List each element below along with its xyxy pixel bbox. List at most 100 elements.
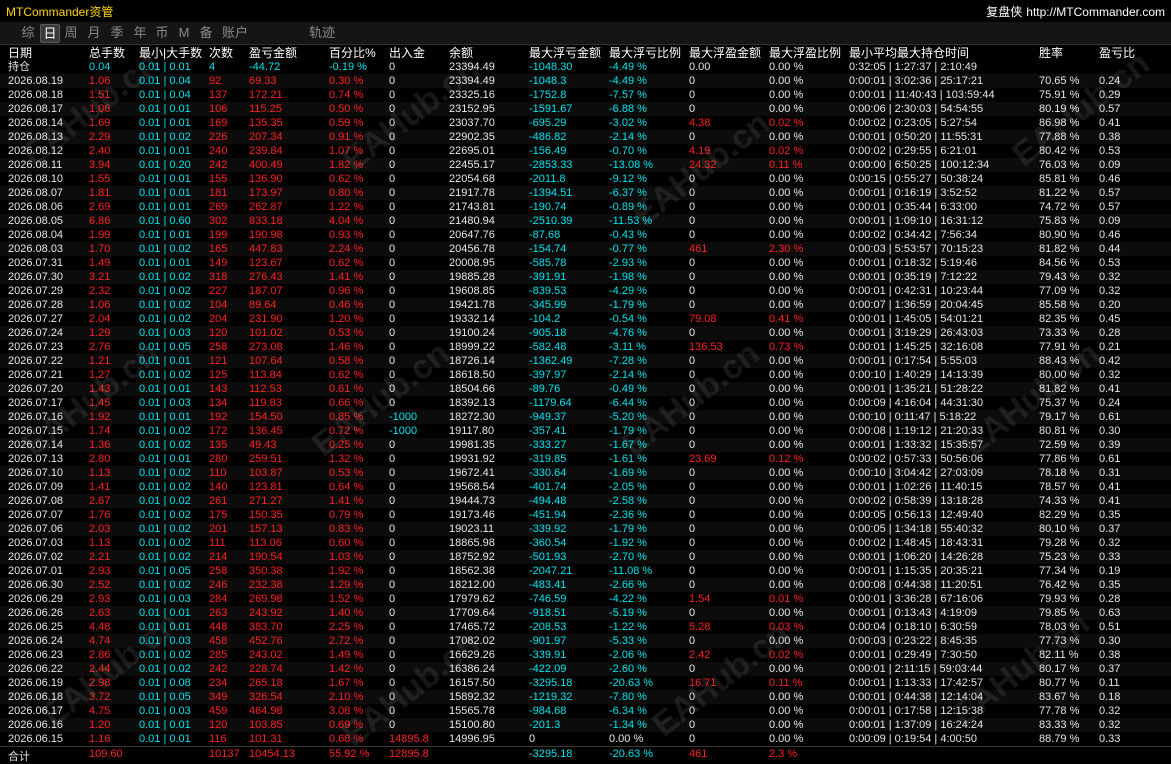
table-row[interactable]: 2026.06.17 4.75 0.01 | 0.03 459 464.98 3.08 %… [0,704,1171,718]
tab-2[interactable]: 周 [62,24,80,41]
table-row[interactable]: 2026.07.07 1.76 0.01 | 0.02 175 150.35 0.79 %… [0,508,1171,522]
tab-0[interactable]: 综 [20,24,36,41]
table-row[interactable]: 2026.08.07 1.81 0.01 | 0.01 181 173.97 0.80 %… [0,186,1171,200]
table-row[interactable]: 2026.07.14 1.36 0.01 | 0.02 135 49.43 0.25 % 0… [0,438,1171,452]
tab-10[interactable]: 轨迹 [307,24,337,41]
table-row[interactable]: 2026.08.14 1.69 0.01 | 0.01 169 135.35 0.59 %… [0,116,1171,130]
table-row[interactable]: 2026.07.17 1.45 0.01 | 0.03 134 119.83 0.66 %… [0,396,1171,410]
table-cell: 0.01 | 0.01 [139,103,191,115]
table-row[interactable]: 2026.07.09 1.41 0.01 | 0.02 140 123.81 0.64 %… [0,480,1171,494]
column-header[interactable]: 最小平均最大持仓时间 [849,46,969,60]
column-header[interactable]: 日期 [8,46,32,60]
table-row[interactable]: 2026.06.25 4.48 0.01 | 0.01 448 383.70 2.25 %… [0,620,1171,634]
table-row[interactable]: 2026.07.28 1.06 0.01 | 0.02 104 89.64 0.46 % 0… [0,298,1171,312]
table-row[interactable]: 2026.08.11 3.94 0.01 | 0.20 242 400.49 1.82 %… [0,158,1171,172]
table-row[interactable]: 2026.07.30 3.21 0.01 | 0.02 318 276.43 1.41 %… [0,270,1171,284]
tab-5[interactable]: 年 [131,24,149,41]
app-link[interactable]: 复盘侠 http://MTCommander.com [986,3,1165,20]
table-row[interactable]: 2026.07.10 1.13 0.01 | 0.02 110 103.87 0.53 %… [0,466,1171,480]
table-row[interactable]: 2026.06.23 2.86 0.01 | 0.02 285 243.02 1.49 %… [0,648,1171,662]
table-row[interactable]: 2026.08.06 2.69 0.01 | 0.01 269 262.87 1.22 %… [0,200,1171,214]
table-cell: 0 [389,243,396,255]
table-cell: 2026.07.16 [8,411,64,423]
tab-9[interactable]: 账户 [220,24,250,41]
column-header[interactable]: 最大浮盈金额 [689,46,761,60]
table-row[interactable]: 2026.08.19 1.06 0.01 | 0.04 92 69.33 0.30 % 0 2… [0,74,1171,88]
table-row[interactable]: 2026.07.08 2.67 0.01 | 0.02 261 271.27 1.41 %… [0,494,1171,508]
table-row[interactable]: 2026.07.06 2.03 0.01 | 0.02 201 157.13 0.83 %… [0,522,1171,536]
table-row[interactable]: 2026.07.16 1.92 0.01 | 0.01 192 154.50 0.85 %… [0,410,1171,424]
table-row[interactable]: 2026.07.29 2.32 0.01 | 0.02 227 187.07 0.96 %… [0,284,1171,298]
table-cell: 0 [689,397,696,409]
table-row[interactable]: 2026.06.16 1.20 0.01 | 0.01 120 103.85 0.69 %… [0,718,1171,732]
tab-1[interactable]: 日 [40,24,60,43]
column-header[interactable]: 出入金 [389,46,425,60]
column-header[interactable]: 最大浮盈比例 [769,46,841,60]
table-row[interactable]: 2026.08.03 1.70 0.01 | 0.02 165 447.83 2.24 %… [0,242,1171,256]
column-header[interactable]: 盈亏金额 [249,46,297,60]
table-row[interactable]: 2026.07.27 2.04 0.01 | 0.02 204 231.90 1.20 %… [0,312,1171,326]
column-header[interactable]: 余额 [449,46,473,60]
column-header[interactable]: 总手数 [89,46,125,60]
tab-3[interactable]: 月 [85,24,103,41]
table-cell: 383.70 [249,621,283,633]
table-cell: 258 [209,341,228,353]
column-header[interactable]: 百分比% [329,46,376,60]
table-cell: 157.13 [249,523,283,535]
table-cell: 0.01 | 0.60 [139,215,191,227]
table-cell: 0:00:02 | 0:57:33 | 50:56:06 [849,453,984,465]
table-row[interactable]: 2026.08.10 1.55 0.01 | 0.01 155 136.90 0.62 %… [0,172,1171,186]
table-cell: 81.22 % [1039,187,1080,199]
table-row[interactable]: 2026.07.21 1.27 0.01 | 0.02 125 113.84 0.62 %… [0,368,1171,382]
table-row[interactable]: 2026.06.18 3.72 0.01 | 0.05 349 326.54 2.10 %… [0,690,1171,704]
url-link[interactable]: http://MTCommander.com [1026,5,1165,19]
table-row[interactable]: 2026.06.26 2.63 0.01 | 0.01 263 243.92 1.40 %… [0,606,1171,620]
table-row[interactable]: 2026.06.19 2.98 0.01 | 0.08 234 265.18 1.67 %… [0,676,1171,690]
table-row[interactable]: 2026.07.23 2.76 0.01 | 0.05 258 273.08 1.46 %… [0,340,1171,354]
table-cell: 0 [689,705,696,717]
table-row[interactable]: 2026.08.13 2.29 0.01 | 0.02 226 207.34 0.91 %… [0,130,1171,144]
table-row[interactable]: 2026.08.12 2.40 0.01 | 0.01 240 239.84 1.07 %… [0,144,1171,158]
table-cell: 2026.08.04 [8,229,64,241]
table-cell: 271.27 [249,495,283,507]
tab-6[interactable]: 币 [153,24,171,41]
table-cell: 2026.07.21 [8,369,64,381]
table-row[interactable]: 2026.08.04 1.99 0.01 | 0.01 199 190.98 0.93 %… [0,228,1171,242]
column-header[interactable]: 盈亏比 [1099,46,1135,60]
tab-8[interactable]: 备 [197,24,215,41]
table-cell: 4.38 [689,117,711,129]
table-cell: 80.19 % [1039,103,1080,115]
column-header[interactable]: 最大浮亏比例 [609,46,681,60]
table-row[interactable]: 2026.07.22 1.21 0.01 | 0.01 121 107.64 0.58 %… [0,354,1171,368]
table-cell: 143 [209,383,228,395]
column-header[interactable]: 胜率 [1039,46,1063,60]
table-cell: 79.28 % [1039,537,1080,549]
table-row[interactable]: 2026.07.15 1.74 0.01 | 0.02 172 136.45 0.72 %… [0,424,1171,438]
table-row[interactable]: 2026.07.03 1.13 0.01 | 0.02 111 113.06 0.60 %… [0,536,1171,550]
table-row[interactable]: 2026.07.20 1.43 0.01 | 0.01 143 112.53 0.61 %… [0,382,1171,396]
table-row[interactable]: 2026.07.24 1.29 0.01 | 0.03 120 101.02 0.53 %… [0,326,1171,340]
table-row[interactable]: 2026.07.31 1.49 0.01 | 0.01 149 123.67 0.62 %… [0,256,1171,270]
table-row[interactable]: 2026.08.18 1.51 0.01 | 0.04 137 172.21 0.74 %… [0,88,1171,102]
table-cell: 2026.07.13 [8,453,64,465]
column-header[interactable]: 最小|大手数 [139,46,202,60]
table-row[interactable]: 2026.08.17 1.06 0.01 | 0.01 106 115.25 0.50 %… [0,102,1171,116]
table-cell: 77.86 % [1039,453,1080,465]
tab-7[interactable]: M [177,24,191,41]
table-row[interactable]: 2026.07.02 2.21 0.01 | 0.02 214 190.54 1.03 %… [0,550,1171,564]
table-row[interactable]: 2026.06.24 4.74 0.01 | 0.03 458 452.76 2.72 %… [0,634,1171,648]
table-row[interactable]: 2026.08.05 6.86 0.01 | 0.60 302 833.18 4.04 %… [0,214,1171,228]
table-cell: 265.18 [249,677,283,689]
table-row[interactable]: 2026.06.22 2.44 0.01 | 0.02 242 228.74 1.42 %… [0,662,1171,676]
table-cell: 173.97 [249,187,283,199]
table-row[interactable]: 2026.07.01 2.93 0.01 | 0.05 258 350.38 1.92 %… [0,564,1171,578]
table-row[interactable]: 2026.06.29 2.93 0.01 | 0.03 284 269.98 1.52 %… [0,592,1171,606]
table-row[interactable]: 2026.06.15 1.16 0.01 | 0.01 116 101.31 0.68 %… [0,732,1171,746]
tab-4[interactable]: 季 [108,24,126,41]
table-cell: 0:00:01 | 3:02:36 | 25:17:21 [849,75,984,87]
table-row[interactable]: 2026.07.13 2.80 0.01 | 0.01 280 259.51 1.32 %… [0,452,1171,466]
table-row[interactable]: 2026.06.30 2.52 0.01 | 0.02 246 232.38 1.29 %… [0,578,1171,592]
table-cell: 0 [689,509,696,521]
column-header[interactable]: 次数 [209,46,233,60]
column-header[interactable]: 最大浮亏金额 [529,46,601,60]
